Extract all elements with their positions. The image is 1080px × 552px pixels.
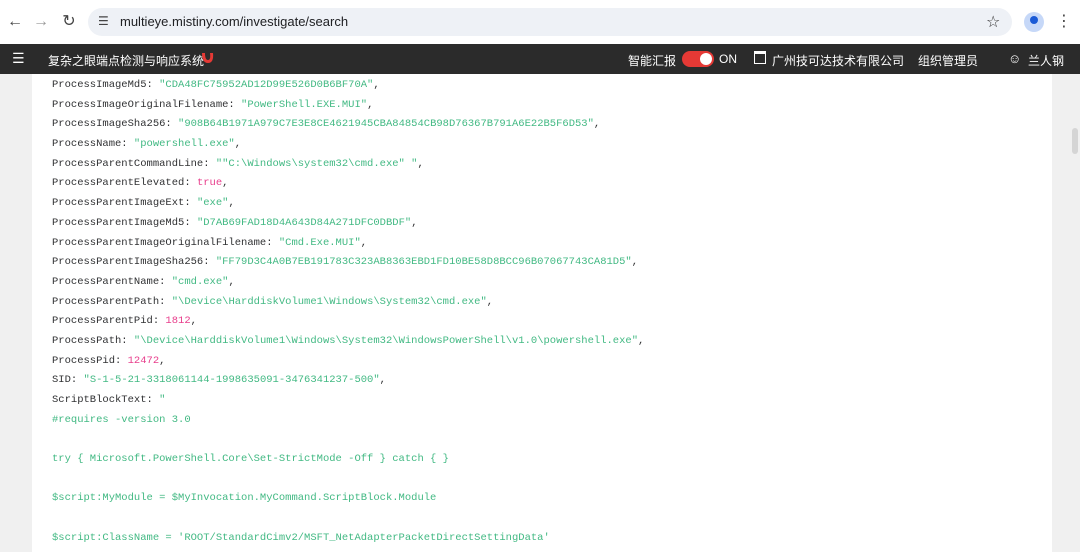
scrollbar-thumb[interactable] (1072, 128, 1078, 154)
profile-avatar-icon[interactable] (1024, 12, 1044, 32)
field-key: ScriptBlockText: (52, 394, 160, 406)
field-value: "FF79D3C4A0B7EB191783C323AB8363EBD1FD10B… (215, 256, 632, 269)
field-key: ProcessImageSha256: (52, 118, 179, 131)
json-field-line: ProcessImageSha256: "908B64B1971A979C7E3… (52, 118, 601, 131)
user-name[interactable]: 兰人钢 (1028, 52, 1064, 69)
json-field-line: ProcessParentImageOriginalFilename: "Cmd… (52, 236, 368, 249)
smart-report-label: 智能汇报 (628, 54, 677, 68)
browser-toolbar: ← → ↻ ☰ multieye.mistiny.com/investigate… (0, 0, 1080, 45)
json-field-line: ProcessParentElevated: true, (52, 177, 229, 190)
json-field-line: ProcessParentName: "cmd.exe", (52, 275, 235, 288)
brand-logo-icon (202, 53, 214, 63)
field-key: ProcessImageOriginalFilename: (52, 98, 242, 111)
field-value: "\Device\HarddiskVolume1\Windows\System3… (133, 334, 639, 347)
company-name[interactable]: 广州技可达技术有限公司 (772, 52, 904, 69)
json-field-line: ScriptBlockText: " (52, 391, 644, 411)
json-field-line: ProcessParentCommandLine: ""C:\Windows\s… (52, 157, 424, 170)
field-key: ProcessParentPid: (52, 315, 166, 328)
url-text[interactable]: multieye.mistiny.com/investigate/search (120, 14, 348, 29)
back-icon[interactable]: ← (4, 11, 26, 33)
field-key: ProcessImageMd5: (52, 79, 160, 91)
script-line: $script:MyModule = $MyInvocation.MyComma… (52, 492, 437, 505)
field-key: SID: (52, 374, 84, 387)
user-icon[interactable]: ☺ (1008, 51, 1021, 66)
building-icon (754, 51, 766, 64)
toggle-state-text: ON (719, 52, 737, 66)
json-field-line: SID: "S-1-5-21-3318061144-1998635091-347… (52, 374, 386, 387)
hamburger-menu-icon[interactable]: ☰ (12, 50, 25, 67)
field-value: "CDA48FC75952AD12D99E526D0B6BF70A" (159, 79, 374, 91)
smart-report-toggle[interactable] (682, 51, 714, 67)
json-field-line: ProcessName: "powershell.exe", (52, 138, 242, 151)
json-field-line: ProcessParentPath: "\Device\HarddiskVolu… (52, 295, 494, 308)
app-header: ☰ 复杂之眼端点检测与响应系统 智能汇报 ON 广州技可达技术有限公司 组织管理… (0, 44, 1080, 74)
field-key: ProcessPid: (52, 354, 128, 367)
browser-menu-icon[interactable]: ⋮ (1056, 11, 1072, 31)
forward-icon[interactable]: → (30, 11, 52, 33)
field-key: ProcessParentImageOriginalFilename: (52, 236, 279, 249)
field-value: "powershell.exe" (133, 138, 235, 151)
field-value: "D7AB69FAD18D4A643D84A271DFC0DBDF" (196, 216, 412, 229)
reload-icon[interactable]: ↻ (58, 11, 80, 33)
script-line (52, 430, 644, 450)
event-detail-panel: ProcessImageMd5: "CDA48FC75952AD12D99E52… (32, 74, 1052, 552)
script-line (52, 509, 644, 529)
site-info-icon[interactable]: ☰ (98, 14, 109, 28)
json-field-line: ProcessImageOriginalFilename: "PowerShel… (52, 98, 374, 111)
json-field-line: ProcessPid: 12472, (52, 354, 166, 367)
json-field-line: ProcessParentImageExt: "exe", (52, 197, 235, 210)
field-key: ProcessParentName: (52, 275, 172, 288)
field-key: ProcessPath: (52, 334, 134, 347)
script-line (52, 470, 644, 490)
json-field-line: ProcessParentPid: 1812, (52, 315, 197, 328)
script-line: try { Microsoft.PowerShell.Core\Set-Stri… (52, 453, 449, 466)
field-key: ProcessName: (52, 138, 134, 151)
field-value: "\Device\HarddiskVolume1\Windows\System3… (171, 295, 487, 308)
field-value: 12472 (127, 354, 160, 367)
field-key: ProcessParentCommandLine: (52, 157, 216, 170)
field-value: "cmd.exe" (171, 275, 229, 288)
field-key: ProcessParentImageMd5: (52, 216, 197, 229)
json-field-line: ProcessPath: "\Device\HarddiskVolume1\Wi… (52, 334, 645, 347)
field-value: " (159, 394, 166, 406)
field-value: "PowerShell.EXE.MUI" (241, 98, 368, 111)
field-value: "S-1-5-21-3318061144-1998635091-34763412… (83, 374, 380, 387)
field-value: ""C:\Windows\system32\cmd.exe" " (215, 157, 418, 170)
field-key: ProcessParentImageExt: (52, 197, 197, 210)
field-key: ProcessParentImageSha256: (52, 256, 216, 269)
bookmark-star-icon[interactable]: ☆ (986, 12, 1000, 32)
field-value: 1812 (165, 315, 191, 328)
org-admin-link[interactable]: 组织管理员 (918, 52, 978, 69)
event-json-view: ProcessImageMd5: "CDA48FC75952AD12D99E52… (52, 76, 644, 549)
field-key: ProcessParentElevated: (52, 177, 197, 190)
json-field-line: ProcessImageMd5: "CDA48FC75952AD12D99E52… (52, 79, 380, 91)
script-line: $script:ClassName = 'ROOT/StandardCimv2/… (52, 531, 550, 544)
field-value: "908B64B1971A979C7E3E8CE4621945CBA84854C… (178, 118, 594, 131)
address-bar[interactable]: ☰ multieye.mistiny.com/investigate/searc… (88, 8, 1012, 36)
json-field-line: ProcessParentImageSha256: "FF79D3C4A0B7E… (52, 256, 639, 269)
field-key: ProcessParentPath: (52, 295, 172, 308)
field-value: "exe" (196, 197, 229, 210)
json-field-line: ProcessParentImageMd5: "D7AB69FAD18D4A64… (52, 216, 418, 229)
field-value: true (196, 177, 223, 190)
app-title: 复杂之眼端点检测与响应系统 (48, 54, 205, 68)
script-line: #requires -version 3.0 (52, 413, 191, 426)
field-value: "Cmd.Exe.MUI" (278, 236, 361, 249)
